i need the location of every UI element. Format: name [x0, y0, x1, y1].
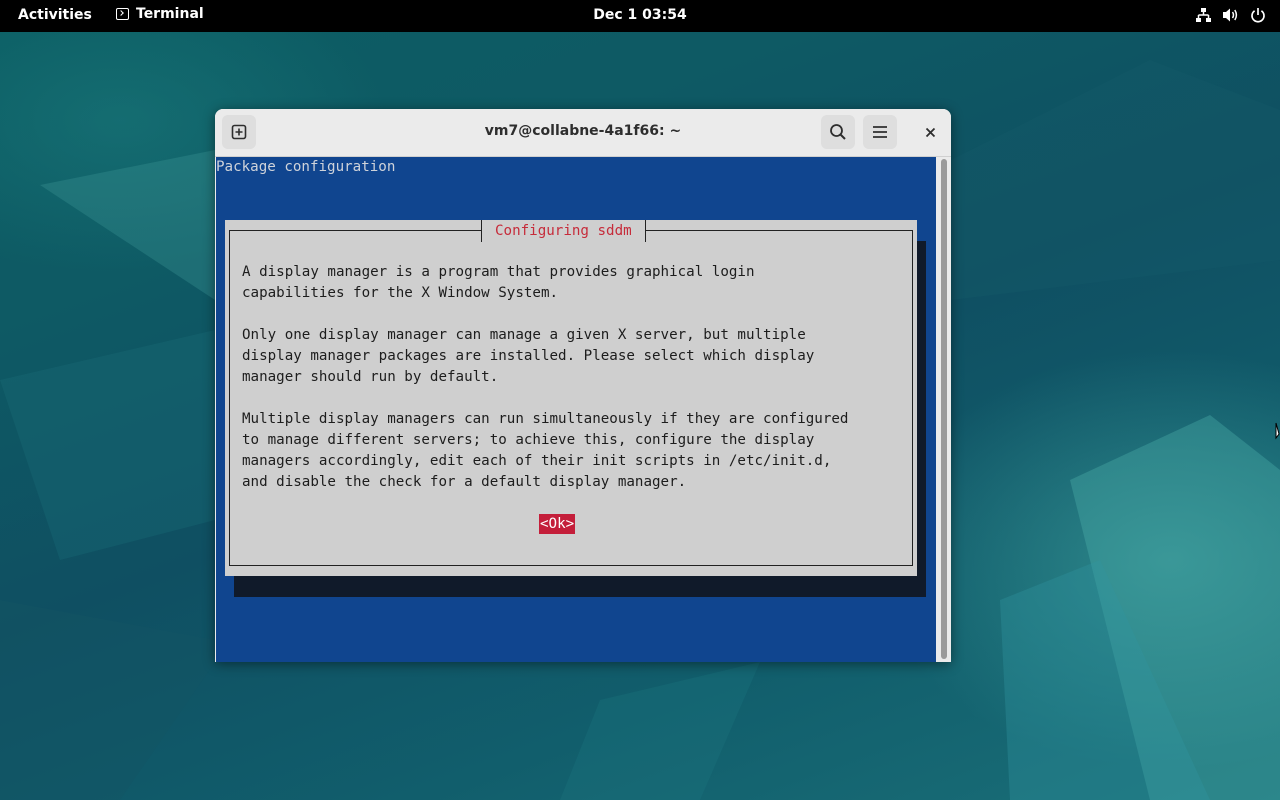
app-menu-terminal[interactable]: Terminal	[116, 6, 204, 22]
dialog-paragraph: Multiple display managers can run simult…	[242, 411, 849, 490]
top-bar: Activities Terminal Dec 1 03:54	[0, 0, 1280, 32]
search-icon	[830, 124, 846, 140]
main-menu-button[interactable]	[863, 115, 897, 149]
new-tab-button[interactable]	[222, 115, 256, 149]
window-headerbar[interactable]: vm7@collabne-4a1f66: ~	[215, 109, 951, 157]
terminal-scrollbar[interactable]	[937, 157, 951, 662]
hamburger-menu-icon	[873, 126, 887, 138]
search-button[interactable]	[821, 115, 855, 149]
close-icon	[925, 127, 935, 137]
clock[interactable]: Dec 1 03:54	[593, 7, 686, 23]
network-icon	[1196, 8, 1211, 22]
dialog-message: A display manager is a program that prov…	[242, 262, 902, 514]
terminal-window: vm7@collabne-4a1f66: ~ Package configura…	[215, 109, 951, 662]
dialog-paragraph: Only one display manager can manage a gi…	[242, 327, 815, 385]
debconf-dialog: Configuring sddm A display manager is a …	[225, 220, 917, 576]
close-window-button[interactable]	[913, 115, 947, 149]
terminal-area[interactable]: Package configuration Configuring sddm A…	[216, 157, 936, 662]
window-title: vm7@collabne-4a1f66: ~	[484, 123, 682, 139]
activities-button[interactable]: Activities	[18, 7, 92, 23]
scrollbar-thumb[interactable]	[941, 159, 947, 659]
ok-button[interactable]: <Ok>	[539, 514, 576, 534]
dialog-title: Configuring sddm	[481, 220, 646, 242]
system-tray[interactable]	[1195, 7, 1266, 23]
dialog-paragraph: A display manager is a program that prov…	[242, 264, 755, 301]
new-tab-icon	[231, 124, 247, 140]
package-configuration-header: Package configuration	[216, 159, 396, 175]
volume-icon	[1223, 8, 1238, 22]
app-name: Terminal	[136, 6, 204, 22]
terminal-icon	[116, 8, 129, 20]
mouse-cursor-icon	[1275, 422, 1280, 440]
power-icon	[1251, 8, 1265, 23]
